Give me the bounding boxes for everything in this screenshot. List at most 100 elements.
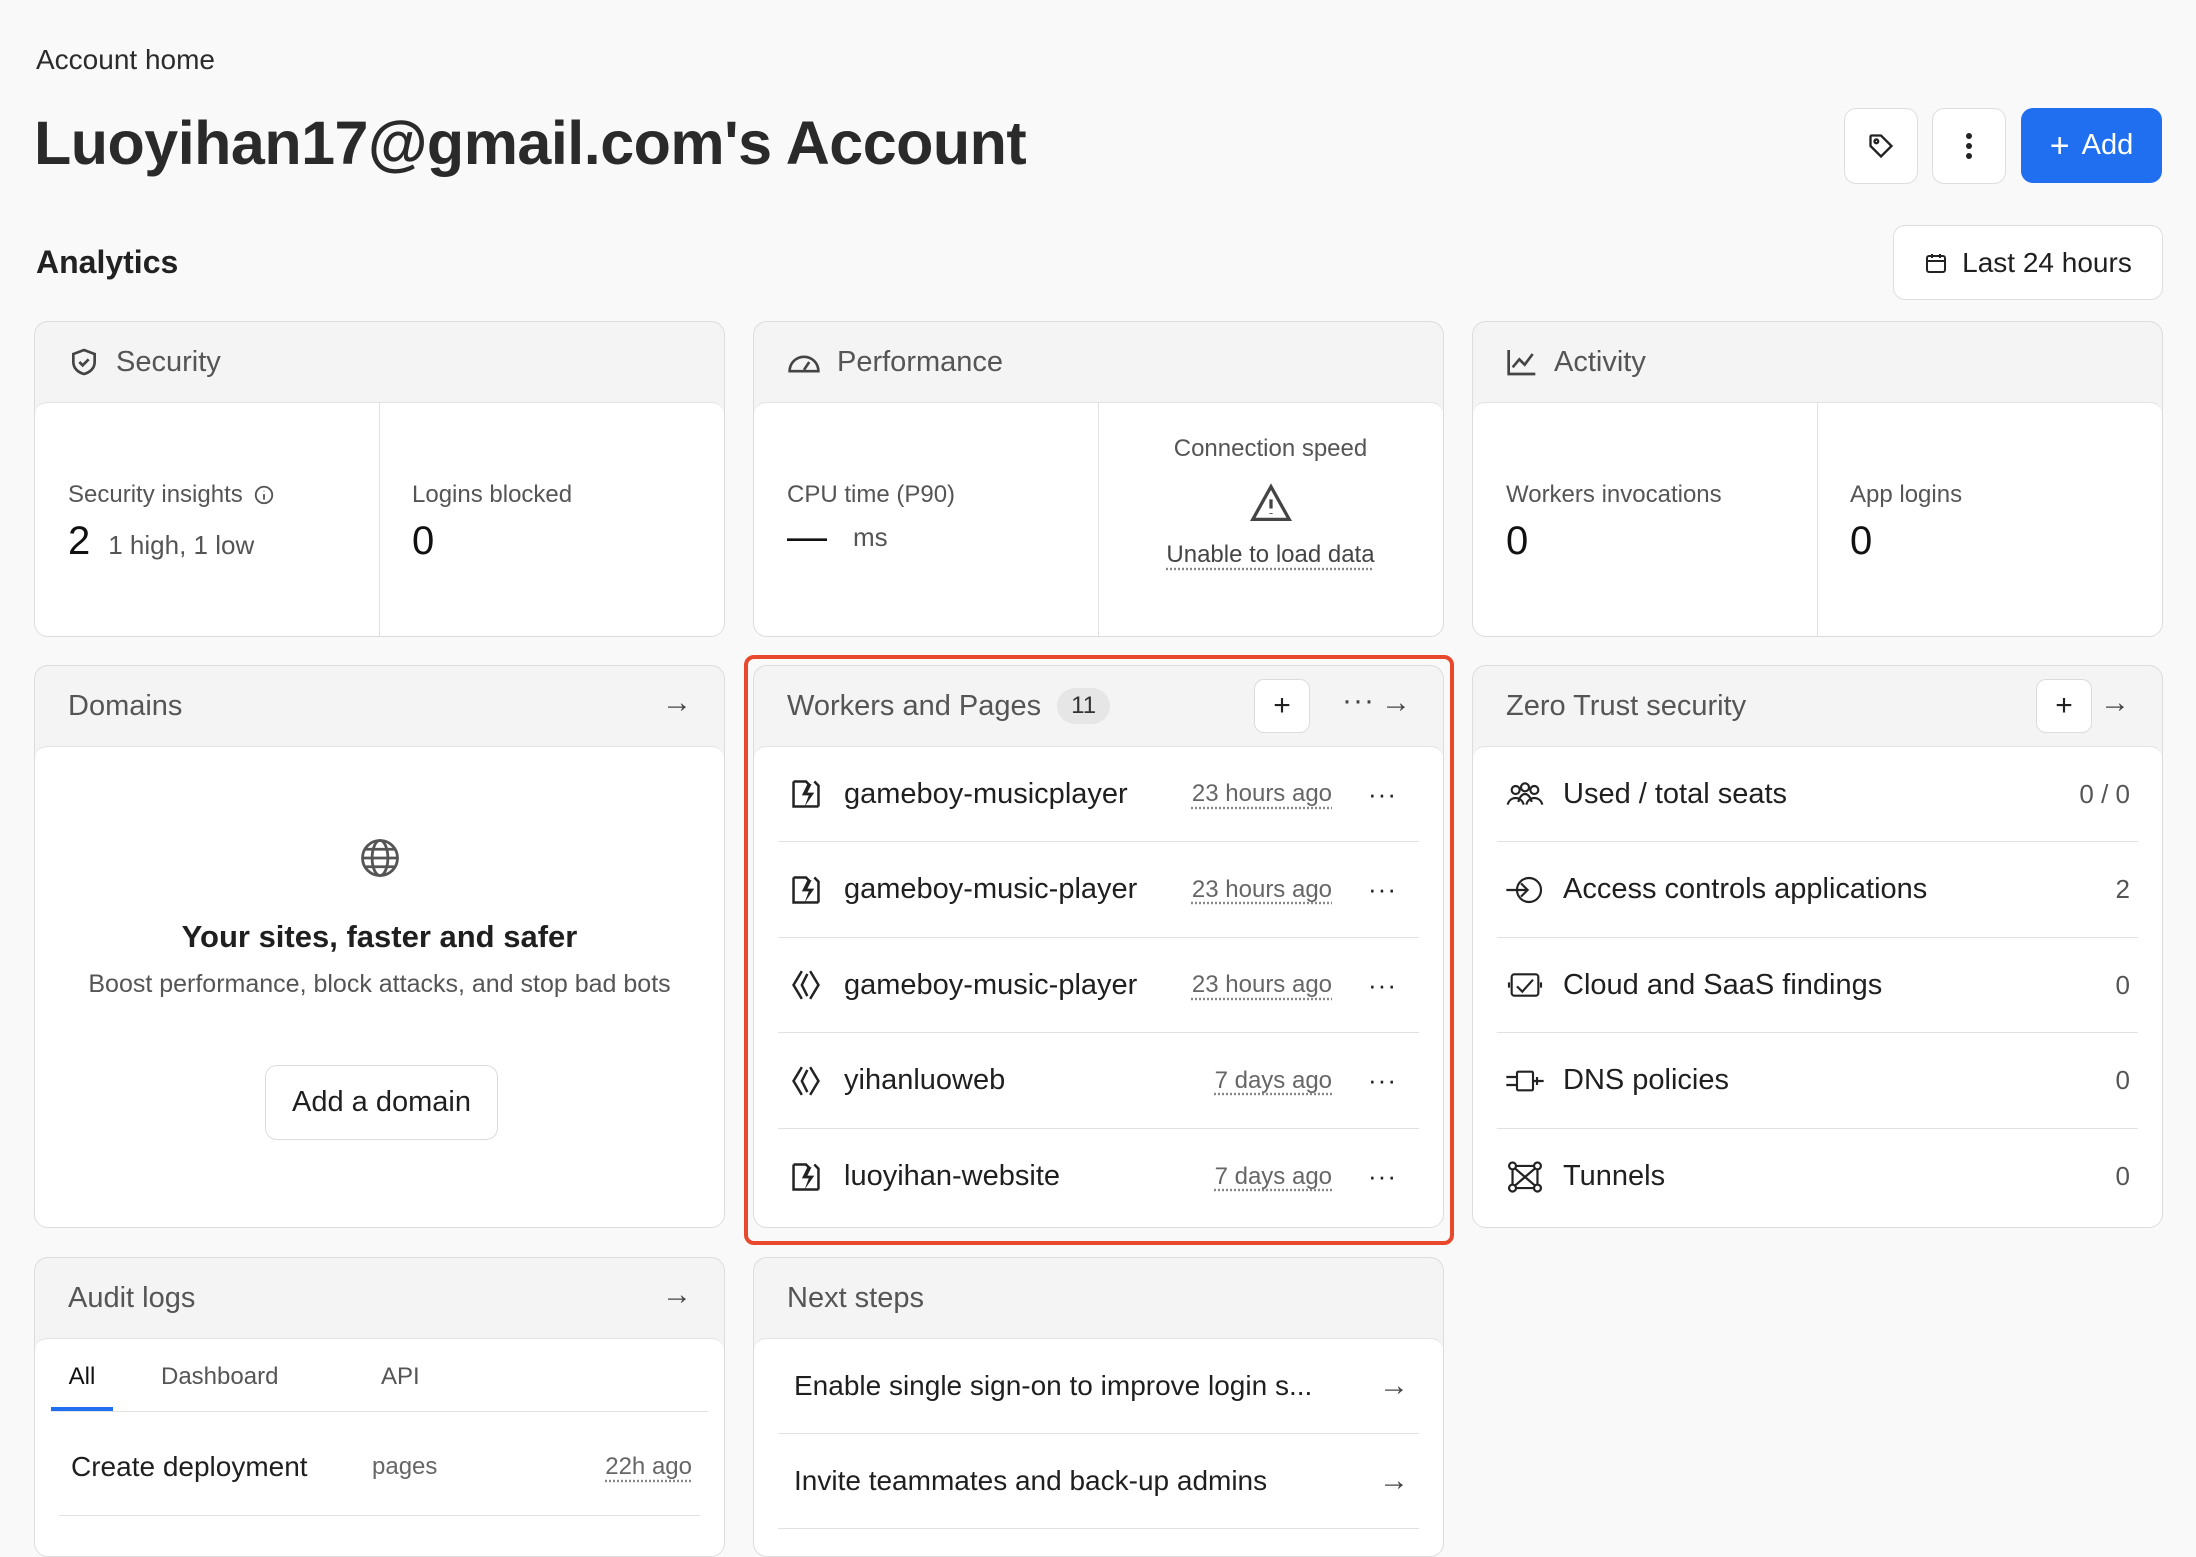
security-card: Security Security insights 2 1 high, 1 l…	[34, 321, 725, 637]
more-horizontal-icon[interactable]: ···	[1368, 874, 1397, 905]
time-range-label: Last 24 hours	[1962, 246, 2132, 278]
arrow-right-icon: →	[1379, 1464, 1409, 1497]
arrow-right-icon: →	[1379, 1369, 1409, 1402]
next-step-label: Invite teammates and back-up admins	[794, 1465, 1268, 1496]
security-insights-label: Security insights	[68, 481, 243, 508]
workers-invocations-stat: Workers invocations 0	[1473, 403, 1817, 636]
security-card-header: Security	[35, 322, 724, 402]
worker-name: yihanluoweb	[844, 1064, 1006, 1096]
audit-log-action: Create deployment	[71, 1451, 308, 1482]
analytics-heading: Analytics	[36, 244, 179, 280]
next-step-item[interactable]: Invite teammates and back-up admins →	[778, 1434, 1419, 1529]
workers-pages-title: Workers and Pages	[787, 689, 1042, 722]
audit-log-row[interactable]: Create deployment pages 22h ago	[59, 1421, 700, 1516]
plus-icon: +	[2055, 689, 2073, 722]
more-options-button[interactable]	[1932, 108, 2006, 184]
zero-trust-item[interactable]: DNS policies 0	[1497, 1034, 2138, 1129]
logins-blocked-label: Logins blocked	[412, 481, 573, 508]
worker-name: gameboy-musicplayer	[844, 777, 1128, 810]
performance-card-header: Performance	[754, 322, 1443, 402]
tab-api[interactable]: API	[381, 1363, 420, 1391]
cpu-time-value: —	[787, 515, 827, 559]
more-horizontal-icon[interactable]: ···	[1368, 970, 1397, 1001]
workers-invocations-label: Workers invocations	[1506, 481, 1722, 508]
cpu-time-label: CPU time (P90)	[787, 481, 956, 508]
zero-trust-item[interactable]: Used / total seats 0 / 0	[1497, 747, 2138, 842]
zero-trust-value: 0	[2115, 1065, 2130, 1095]
domains-card-header[interactable]: Domains	[35, 666, 724, 746]
pages-icon	[786, 1063, 826, 1099]
globe-icon	[360, 839, 399, 877]
add-worker-button[interactable]: +	[1254, 679, 1310, 733]
domains-card: Domains → Your sites, faster and safer B…	[34, 665, 725, 1228]
time-range-button[interactable]: Last 24 hours	[1893, 225, 2163, 300]
logins-blocked-stat: Logins blocked 0	[379, 403, 724, 636]
tag-button[interactable]	[1844, 108, 1918, 184]
next-step-item[interactable]: Enable single sign-on to improve login s…	[778, 1339, 1419, 1434]
performance-title: Performance	[837, 345, 1004, 378]
tab-dashboard[interactable]: Dashboard	[161, 1363, 278, 1391]
add-zero-trust-button[interactable]: +	[2036, 679, 2092, 733]
arrow-right-icon[interactable]: →	[1381, 686, 1411, 720]
worker-updated-time: 7 days ago	[1214, 1162, 1333, 1190]
worker-name: luoyihan-website	[844, 1160, 1061, 1192]
logins-blocked-value: 0	[412, 519, 435, 563]
audit-logs-card: Audit logs → All Dashboard API Create de…	[34, 1257, 725, 1557]
app-logins-value: 0	[1850, 519, 1873, 563]
zero-trust-value: 0	[2115, 969, 2130, 1000]
more-horizontal-icon[interactable]: ···	[1368, 1065, 1397, 1096]
workers-pages-card-header[interactable]: Workers and Pages 11	[754, 666, 1443, 746]
add-domain-button[interactable]: Add a domain	[265, 1065, 498, 1140]
next-steps-title: Next steps	[787, 1281, 924, 1314]
pages-icon	[786, 967, 826, 1003]
zero-trust-label: Used / total seats	[1563, 777, 1788, 810]
zero-trust-item[interactable]: Cloud and SaaS findings 0	[1497, 938, 2138, 1033]
tag-icon	[1869, 134, 1894, 159]
worker-item[interactable]: gameboy-musicplayer 23 hours ago ···	[778, 747, 1419, 842]
worker-updated-time: 23 hours ago	[1191, 780, 1333, 807]
security-title: Security	[116, 345, 221, 378]
arrow-right-icon[interactable]: →	[2100, 686, 2130, 720]
add-button[interactable]: + Add	[2021, 108, 2162, 183]
security-insights-stat[interactable]: Security insights 2 1 high, 1 low	[35, 403, 379, 636]
audit-log-time: 22h ago	[605, 1453, 692, 1480]
tab-all[interactable]: All	[51, 1363, 113, 1391]
worker-updated-time: 23 hours ago	[1191, 971, 1333, 998]
zero-trust-title: Zero Trust security	[1506, 689, 1747, 722]
zero-trust-label: Tunnels	[1563, 1160, 1666, 1192]
worker-item[interactable]: gameboy-music-player 23 hours ago ···	[778, 938, 1419, 1033]
dns-icon	[1505, 1066, 1545, 1096]
activity-card-header: Activity	[1473, 322, 2162, 402]
workers-pages-card: Workers and Pages 11 + ··· → gameboy-mus…	[753, 665, 1444, 1228]
zero-trust-label: DNS policies	[1563, 1064, 1729, 1096]
more-horizontal-icon[interactable]: ···	[1368, 779, 1397, 810]
zero-trust-item[interactable]: Tunnels 0	[1497, 1129, 2138, 1224]
workers-count-badge: 11	[1057, 688, 1111, 724]
access-icon	[1505, 875, 1545, 905]
more-horizontal-icon[interactable]: ···	[1368, 1161, 1397, 1192]
connection-speed-stat: Connection speed Unable to load data	[1098, 403, 1443, 636]
worker-item[interactable]: gameboy-music-player 23 hours ago ···	[778, 843, 1419, 938]
zero-trust-item[interactable]: Access controls applications 2	[1497, 843, 2138, 938]
zero-trust-value: 0 / 0	[2079, 778, 2130, 809]
worker-item[interactable]: yihanluoweb 7 days ago ···	[778, 1034, 1419, 1129]
activity-title: Activity	[1554, 345, 1646, 378]
performance-card: Performance CPU time (P90) — ms Connecti…	[753, 321, 1444, 637]
next-step-label: Enable single sign-on to improve login s…	[794, 1370, 1313, 1401]
breadcrumb[interactable]: Account home	[36, 44, 215, 76]
arrow-right-icon[interactable]: →	[662, 1278, 692, 1312]
security-insights-detail: 1 high, 1 low	[108, 530, 255, 560]
info-icon[interactable]	[253, 484, 275, 506]
worker-icon	[786, 776, 826, 812]
worker-item[interactable]: luoyihan-website 7 days ago ···	[778, 1129, 1419, 1224]
tunnel-icon	[1505, 1160, 1545, 1194]
chart-line-icon	[1507, 350, 1536, 376]
audit-logs-card-header[interactable]: Audit logs	[35, 1258, 724, 1338]
zero-trust-card: Zero Trust security + → Used / total sea…	[1472, 665, 2163, 1228]
arrow-right-icon[interactable]: →	[662, 686, 692, 720]
cpu-time-unit: ms	[853, 522, 888, 552]
users-icon	[1505, 779, 1545, 809]
more-horizontal-icon[interactable]: ···	[1342, 684, 1375, 718]
add-button-label: Add	[2081, 129, 2134, 161]
unable-to-load-link[interactable]: Unable to load data	[1166, 541, 1374, 568]
